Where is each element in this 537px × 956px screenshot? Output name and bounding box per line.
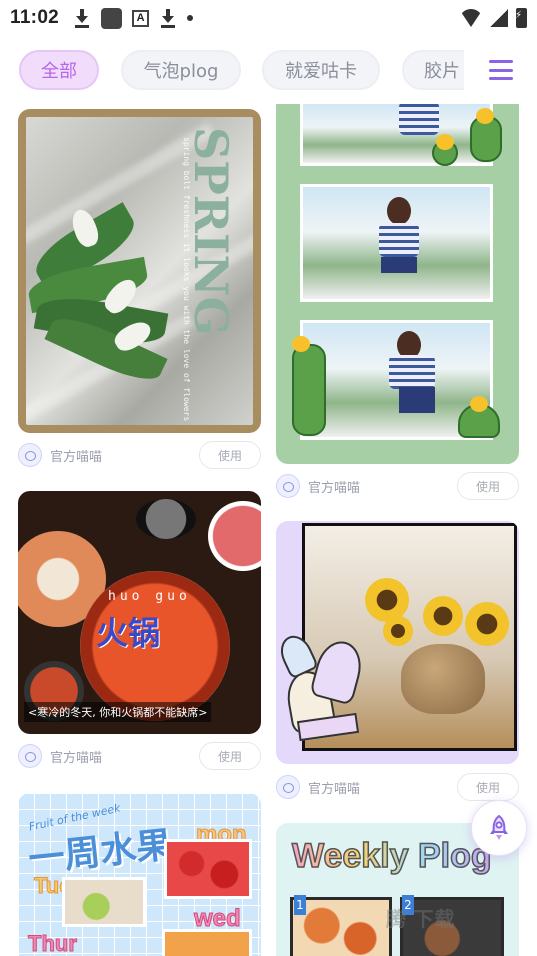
download-icon [73,8,91,28]
status-time: 11:02 [10,7,60,28]
menu-icon [488,60,513,80]
vase [401,644,485,714]
day-number-1: 1 [294,895,306,915]
spring-tulips-image: SPRING spring bolt freshness it looks yo… [26,117,253,425]
category-menu-button[interactable] [464,42,537,98]
cactus-photo-middle [300,184,493,302]
cactus-icon [292,344,326,436]
avatar-icon [18,443,42,467]
card-author-spring: 官方喵喵 [18,440,102,470]
sauce-plate [136,499,196,539]
back-to-top-button[interactable] [471,800,527,856]
avatar-icon [18,744,42,768]
use-button-sunflower[interactable]: 使用 [457,773,519,801]
card-author-hotpot: 官方喵喵 [18,741,102,771]
lime-photo [62,877,146,927]
signal-icon [490,9,508,27]
status-system-icons [460,8,527,28]
wifi-icon [460,9,482,27]
app-notification-icon [101,7,123,29]
battery-charging-icon [515,8,527,28]
orange-photo [162,929,252,956]
rocket-icon [490,814,508,840]
cactus-photo-top [300,104,493,166]
tab-all[interactable]: 全部 [19,50,99,90]
template-card-sunflower[interactable] [276,521,519,764]
template-card-spring[interactable]: SPRING spring bolt freshness it looks yo… [18,109,261,433]
tab-bubble-plog[interactable]: 气泡plog [121,50,241,90]
status-notification-icons: A [73,7,194,29]
template-card-hotpot[interactable]: huo guo 火锅 <寒冷的冬天, 你和火锅都不能缺席> [18,491,261,734]
hotpot-pinyin: huo guo [108,589,191,604]
spring-vertical-text: spring bolt freshness it looks you with … [182,137,191,422]
a-notification-icon: A [132,9,150,27]
category-tabs: 全部 气泡plog 就爱咕卡 胶片 [0,42,537,98]
plog-title: Weekly Plog [291,836,492,876]
app-screen: 11:02 A 全部 气泡plog 就爱咕卡 胶片 [0,0,537,956]
use-button-hotpot[interactable]: 使用 [199,742,261,770]
watermark: 腾 下载 [386,909,456,931]
more-notifications-icon [187,15,194,21]
use-button-cactus[interactable]: 使用 [457,472,519,500]
use-button-spring[interactable]: 使用 [199,441,261,469]
download-icon [159,8,177,28]
template-card-cactus[interactable] [276,104,519,464]
status-bar: 11:02 A [0,0,537,36]
spring-title: SPRING [184,127,238,336]
template-card-fruit[interactable]: Fruit of the week 一周水果 mon Tues wed Thur [18,793,261,956]
avatar-icon [276,775,300,799]
author-name: 官方喵喵 [308,781,361,797]
strawberry-photo [164,839,252,899]
card-author-sunflower: 官方喵喵 [276,772,360,802]
hotpot-title: 火锅 [96,614,161,652]
tab-goo-card[interactable]: 就爱咕卡 [262,50,380,90]
hotpot-caption: <寒冷的冬天, 你和火锅都不能缺席> [24,702,212,722]
day-thur: Thur [28,931,78,956]
card-author-cactus: 官方喵喵 [276,471,360,501]
meat-plate [208,501,261,571]
author-name: 官方喵喵 [50,449,103,465]
author-name: 官方喵喵 [50,750,103,766]
author-name: 官方喵喵 [308,480,361,496]
avatar-icon [276,474,300,498]
